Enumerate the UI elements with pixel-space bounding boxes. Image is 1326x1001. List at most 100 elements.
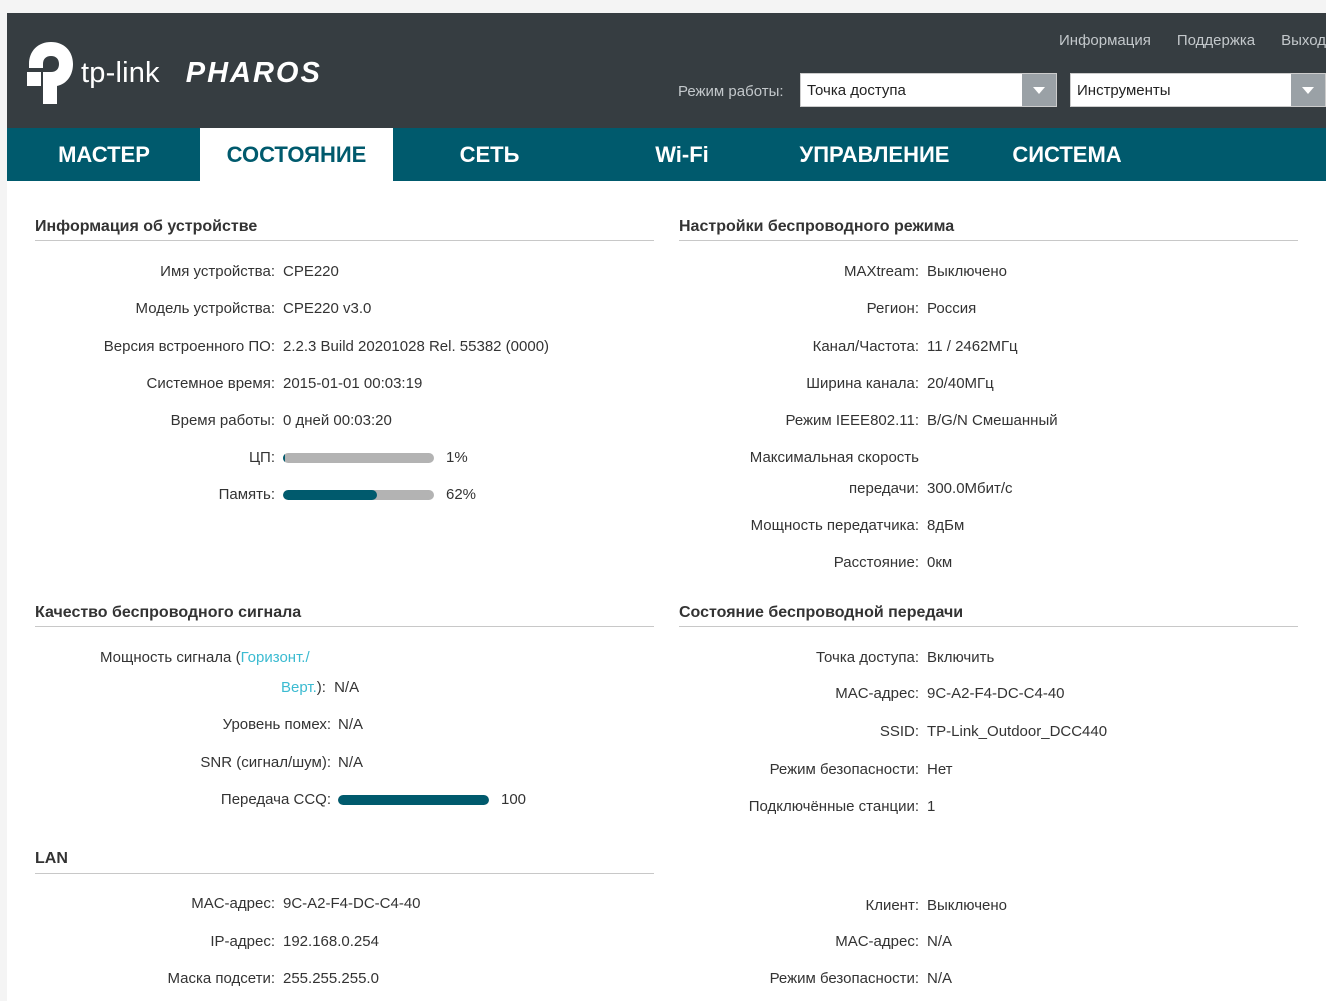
divider [679, 240, 1298, 241]
value: 192.168.0.254 [283, 933, 379, 950]
vertical-link[interactable]: Верт. [281, 679, 317, 696]
ccq-value: 100 [501, 791, 527, 808]
value: 0км [927, 554, 953, 571]
label: MAC-адрес: [835, 933, 919, 950]
value: N/A [338, 754, 364, 771]
label: Время работы: [170, 412, 275, 429]
signal-strength-row-2: Верт.): N/A [281, 679, 359, 696]
cpu-usage-bar [283, 453, 434, 463]
label: Канал/Частота: [812, 338, 919, 355]
label: ): [316, 679, 326, 696]
label: Режим безопасности: [769, 761, 919, 778]
chevron-down-icon[interactable] [1291, 74, 1325, 106]
value: 9C-A2-F4-DC-C4-40 [283, 895, 421, 912]
value: TP-Link_Outdoor_DCC440 [927, 723, 1108, 740]
tab-wizard[interactable]: МАСТЕР [19, 128, 189, 181]
value: Выключено [927, 263, 1007, 280]
label: MAC-адрес: [191, 895, 275, 912]
mode-label: Режим работы: [678, 83, 784, 100]
tab-network[interactable]: СЕТЬ [412, 128, 567, 181]
label: Модель устройства: [135, 300, 275, 317]
value: 8дБм [927, 517, 965, 534]
value: CPE220 v3.0 [283, 300, 372, 317]
label: Маска подсети: [167, 970, 275, 987]
ccq-fill [338, 795, 489, 805]
value: N/A [334, 679, 360, 696]
label: Подключённые станции: [748, 798, 919, 815]
cpu-usage-value: 1% [446, 449, 468, 466]
value: 255.255.255.0 [283, 970, 379, 987]
main-nav: МАСТЕР СОСТОЯНИЕ СЕТЬ Wi-Fi УПРАВЛЕНИЕ С… [7, 128, 1326, 181]
label: Регион: [866, 300, 919, 317]
signal-strength-row: Мощность сигнала (Горизонт./ [100, 649, 310, 666]
chevron-down-icon[interactable] [1022, 74, 1056, 106]
section-title-device: Информация об устройстве [35, 218, 258, 235]
value: B/G/N Смешанный [927, 412, 1058, 429]
section-title-signal-quality: Качество беспроводного сигнала [35, 604, 302, 621]
label: Имя устройства: [160, 263, 275, 280]
label: Мощность сигнала ( [100, 649, 241, 666]
logo-text: tp-link [81, 56, 160, 89]
logo-product: PHAROS [185, 56, 322, 89]
value: Выключено [927, 897, 1007, 914]
mode-select[interactable]: Точка доступа [800, 73, 1057, 107]
label: Уровень помех: [222, 716, 331, 733]
divider [35, 240, 654, 241]
page: tp-link PHAROS Информация Поддержка Выхо… [7, 13, 1326, 1001]
label: Память: [218, 486, 275, 503]
value: 2.2.3 Build 20201028 Rel. 55382 (0000) [283, 338, 550, 355]
logout-link[interactable]: Выход [1281, 32, 1326, 49]
value: 20/40МГц [927, 375, 994, 392]
label: MAC-адрес: [835, 685, 919, 702]
horizontal-link[interactable]: Горизонт./ [241, 649, 310, 666]
label: Максимальная скорость [749, 449, 919, 466]
section-title-lan: LAN [35, 850, 68, 867]
value: Россия [927, 300, 977, 317]
top-links: Информация Поддержка Выход [1033, 32, 1326, 49]
label: Расстояние: [833, 554, 919, 571]
label: Точка доступа: [816, 649, 919, 666]
window-left-edge [0, 0, 7, 1001]
ccq-bar [338, 795, 489, 805]
label: MAXtream: [843, 263, 919, 280]
value: Нет [927, 761, 953, 778]
value: 0 дней 00:03:20 [283, 412, 392, 429]
value: N/A [927, 933, 953, 950]
value: 1 [927, 798, 936, 815]
value: N/A [927, 970, 953, 987]
label: Передача CCQ: [220, 791, 331, 808]
cpu-usage-fill [283, 453, 285, 463]
label: Системное время: [146, 375, 275, 392]
value: CPE220 [283, 263, 339, 280]
tab-management[interactable]: УПРАВЛЕНИЕ [777, 128, 972, 181]
divider [35, 873, 654, 874]
mode-select-value: Точка доступа [807, 82, 906, 99]
tab-wifi[interactable]: Wi-Fi [607, 128, 757, 181]
label: Ширина канала: [806, 375, 919, 392]
value: 9C-A2-F4-DC-C4-40 [927, 685, 1065, 702]
logo[interactable]: tp-link PHAROS [27, 38, 322, 108]
divider [35, 626, 654, 627]
tools-select[interactable]: Инструменты [1070, 73, 1326, 107]
window-top-edge [0, 0, 1326, 13]
divider [679, 626, 1298, 627]
label: Режим IEEE802.11: [785, 412, 919, 429]
tab-system[interactable]: СИСТЕМА [992, 128, 1142, 181]
value: 11 / 2462МГц [927, 338, 1018, 355]
label: Мощность передатчика: [750, 517, 919, 534]
support-link[interactable]: Поддержка [1177, 32, 1255, 49]
section-title-wireless-settings: Настройки беспроводного режима [679, 218, 955, 235]
label: SSID: [879, 723, 919, 740]
memory-usage-bar [283, 490, 434, 500]
tools-select-value: Инструменты [1077, 82, 1171, 99]
memory-usage-fill [283, 490, 377, 500]
value: 300.0Мбит/с [927, 480, 1013, 497]
header: tp-link PHAROS Информация Поддержка Выхо… [7, 13, 1326, 128]
value: 2015-01-01 00:03:19 [283, 375, 423, 392]
tab-status[interactable]: СОСТОЯНИЕ [200, 128, 393, 181]
value: N/A [338, 716, 364, 733]
label: ЦП: [248, 449, 275, 466]
info-link[interactable]: Информация [1059, 32, 1151, 49]
label: SNR (сигнал/шум): [200, 754, 331, 771]
label: Клиент: [865, 897, 919, 914]
